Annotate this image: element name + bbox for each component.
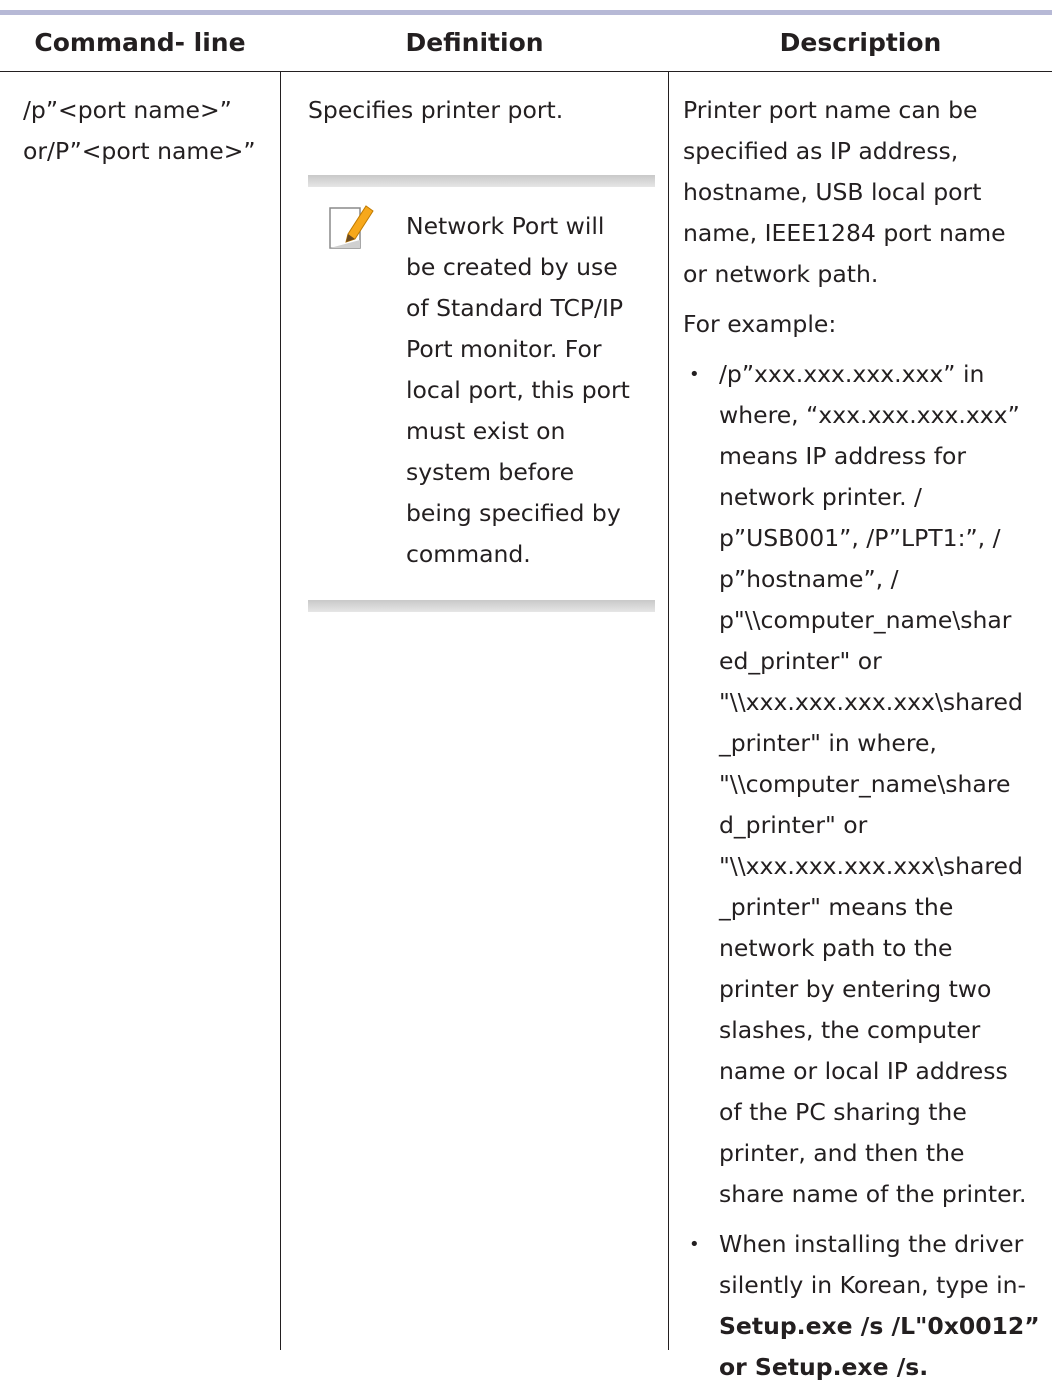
bullet-line: "\\xxx.xxx.xxx.xxx\shared — [719, 852, 1023, 880]
bullet-line: silently in Korean, type in- — [719, 1271, 1026, 1299]
note-top-bar — [308, 175, 655, 187]
note-line: local port, this port — [406, 376, 630, 404]
bullet-line: where, “xxx.xxx.xxx.xxx” — [719, 401, 1020, 429]
header-definition: Definition — [405, 28, 544, 57]
bullet-line: _printer" in where, — [719, 729, 937, 757]
list-item: • /p”xxx.xxx.xxx.xxx” in where, “xxx.xxx.… — [683, 354, 1049, 1215]
command-example: or Setup.exe /s. — [719, 1353, 929, 1381]
bullet-line: network path to the — [719, 934, 953, 962]
bullet-text: /p”xxx.xxx.xxx.xxx” in where, “xxx.xxx.xx… — [719, 354, 1049, 1215]
bullet-line: d_printer" or — [719, 811, 868, 839]
note-line: system before — [406, 458, 575, 486]
note-pencil-icon — [329, 205, 374, 249]
command-example: Setup.exe /s /L"0x0012” — [719, 1312, 1040, 1340]
example-label: For example: — [683, 310, 837, 338]
bullet-line: When installing the driver — [719, 1230, 1024, 1258]
column-divider — [668, 72, 669, 1350]
note-text: Network Port will be created by use of S… — [406, 206, 656, 575]
note-line: command. — [406, 540, 531, 568]
bullet-line: _printer" means the — [719, 893, 954, 921]
table-header-row: Command- line Definition Description — [0, 15, 1052, 72]
note-line: being specified by — [406, 499, 621, 527]
bullet-line: "\\computer_name\share — [719, 770, 1011, 798]
intro-line: hostname, USB local port — [683, 178, 982, 206]
bullet-line: of the PC sharing the — [719, 1098, 967, 1126]
definition-text: Specifies printer port. — [308, 96, 564, 124]
list-item: • When installing the driver silently in… — [683, 1224, 1049, 1388]
bullet-line: /p”xxx.xxx.xxx.xxx” in — [719, 360, 985, 388]
intro-line: specified as IP address, — [683, 137, 959, 165]
bullet-line: printer, and then the — [719, 1139, 965, 1167]
column-divider — [280, 72, 281, 1350]
header-command-line: Command- line — [34, 28, 246, 57]
bullet-line: means IP address for — [719, 442, 967, 470]
command-line-text: /p”<port name>” — [23, 96, 232, 124]
description-cell: Printer port name can be specified as IP… — [683, 90, 1049, 1397]
bullet-line: slashes, the computer — [719, 1016, 981, 1044]
bullet-icon: • — [689, 364, 700, 385]
note-line: must exist on — [406, 417, 566, 445]
intro-line: Printer port name can be — [683, 96, 978, 124]
bullet-line: name or local IP address — [719, 1057, 1008, 1085]
note-bottom-bar — [308, 600, 655, 612]
command-line-text: or/P”<port name>” — [23, 137, 256, 165]
note-line: be created by use — [406, 253, 618, 281]
note-line: Network Port will — [406, 212, 605, 240]
note-line: Port monitor. For — [406, 335, 602, 363]
description-intro: Printer port name can be specified as IP… — [683, 90, 1049, 295]
bullet-line: p"\\computer_name\shar — [719, 606, 1012, 634]
bullet-line: network printer. / — [719, 483, 922, 511]
bullet-line: ed_printer" or — [719, 647, 882, 675]
bullet-text: When installing the driver silently in K… — [719, 1224, 1049, 1388]
bullet-line: share name of the printer. — [719, 1180, 1027, 1208]
bullet-line: "\\xxx.xxx.xxx.xxx\shared — [719, 688, 1023, 716]
intro-line: name, IEEE1284 port name — [683, 219, 1006, 247]
note-line: of Standard TCP/IP — [406, 294, 624, 322]
bullet-line: p”USB001”, /P”LPT1:”, / — [719, 524, 1001, 552]
bullet-line: printer by entering two — [719, 975, 992, 1003]
header-description: Description — [779, 28, 942, 57]
intro-line: or network path. — [683, 260, 879, 288]
bullet-line: p”hostname”, / — [719, 565, 899, 593]
bullet-icon: • — [689, 1234, 700, 1255]
command-line-cell: /p”<port name>” or/P”<port name>” — [23, 90, 278, 172]
